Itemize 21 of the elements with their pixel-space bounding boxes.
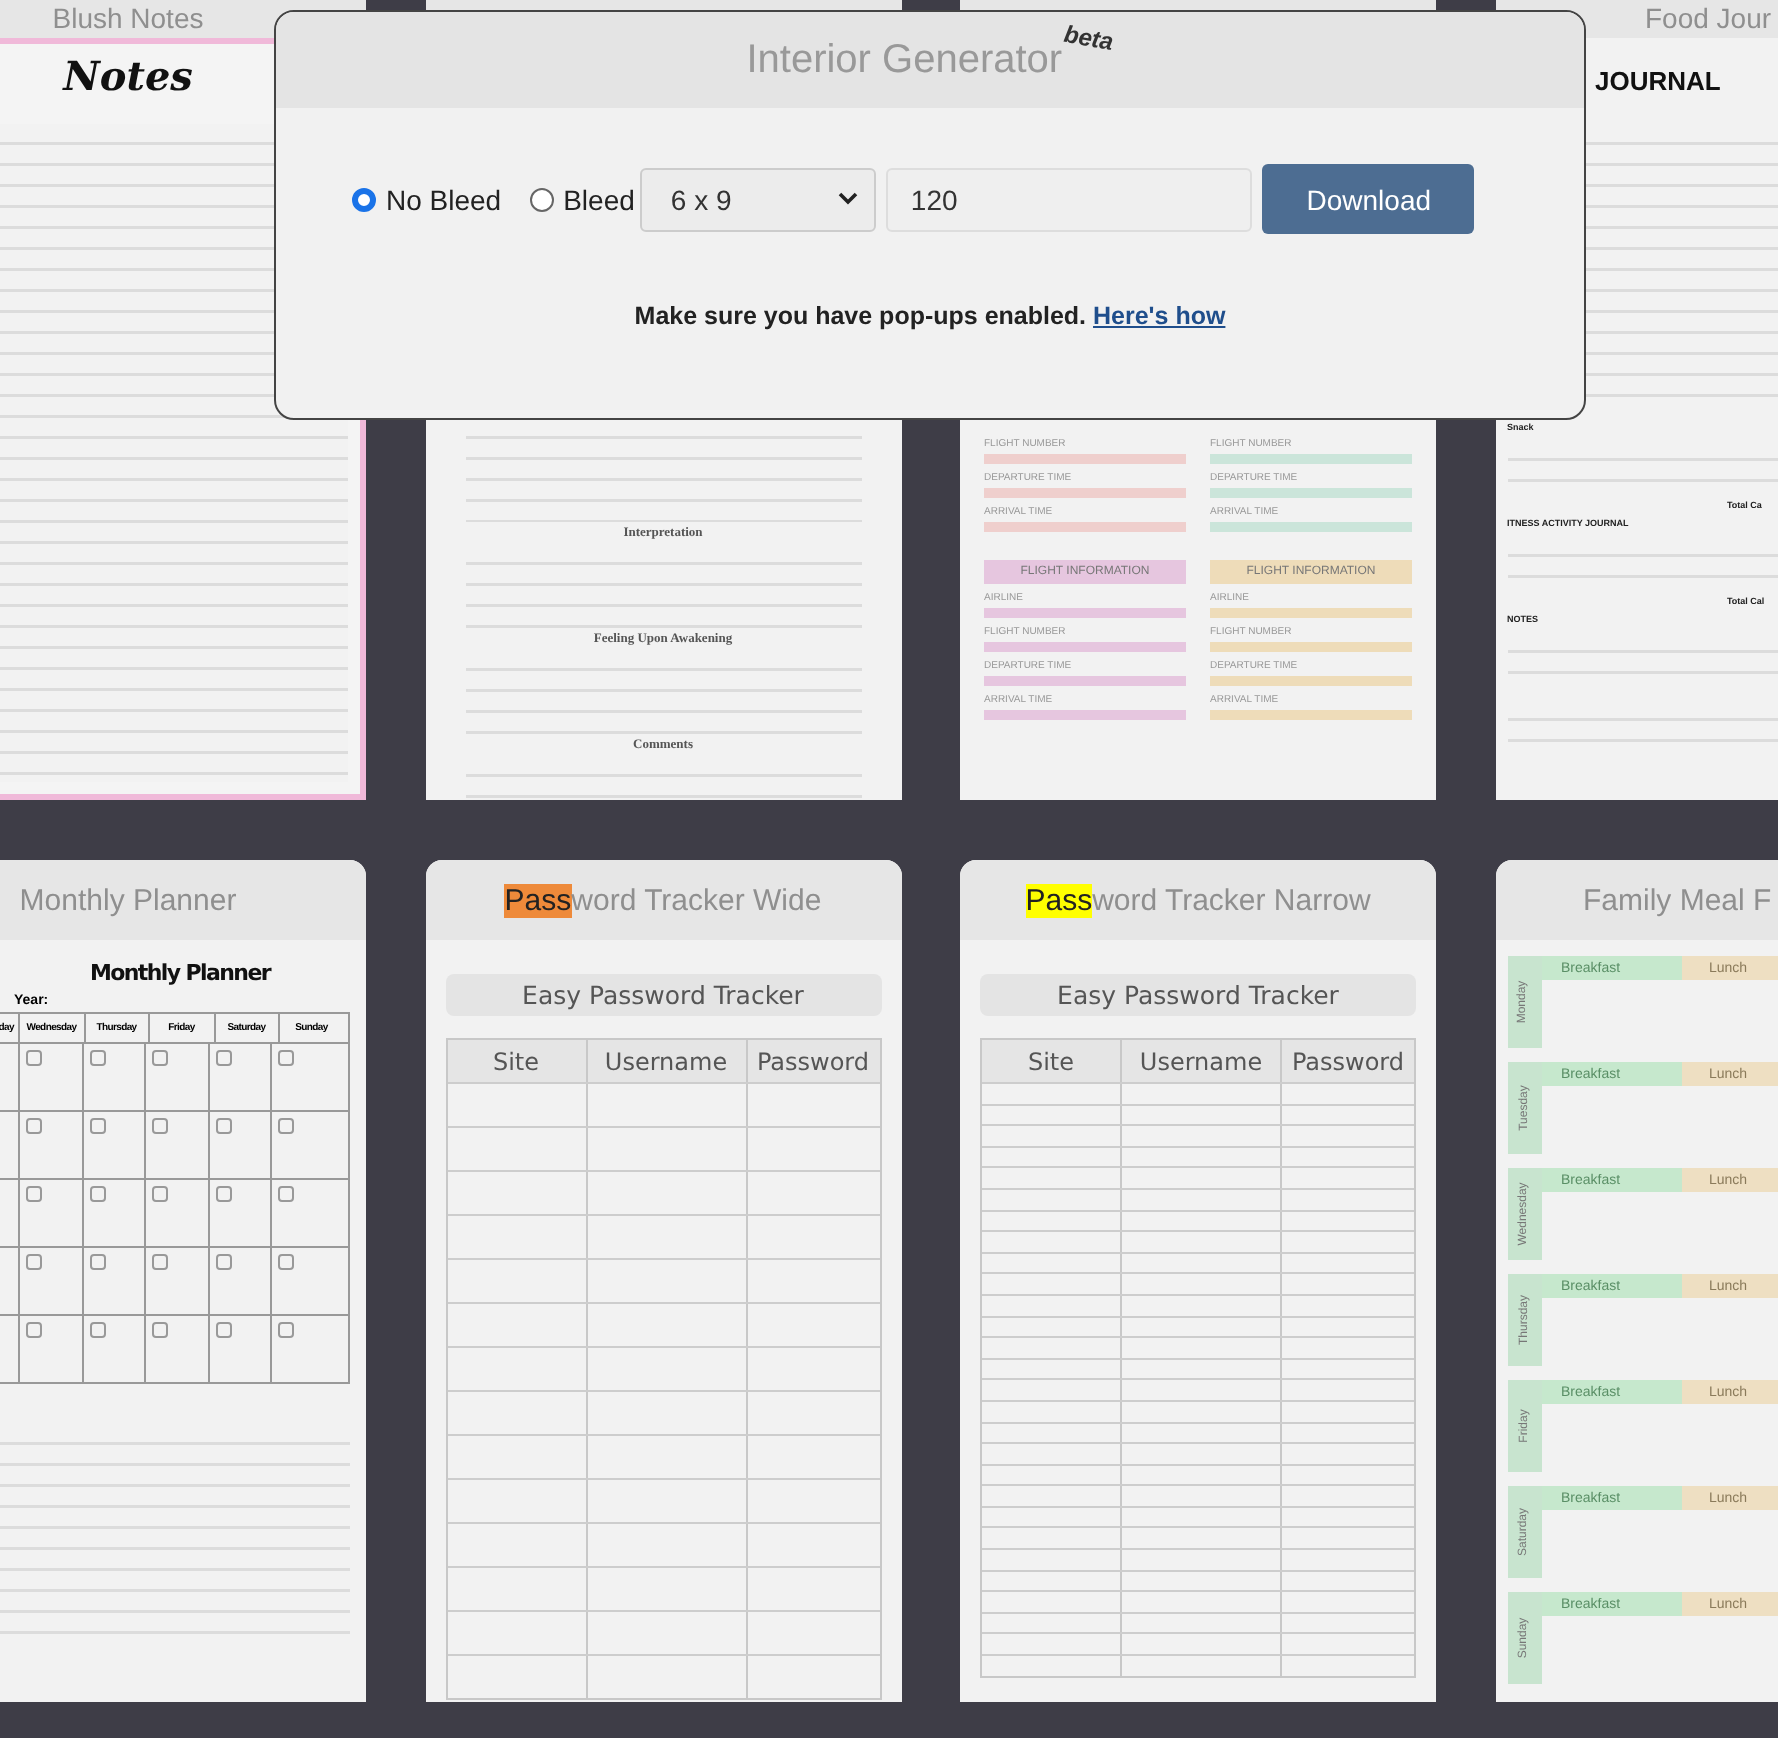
- column-header: Site: [1025, 1045, 1077, 1079]
- column-header: Site: [490, 1045, 542, 1079]
- page-heading: JOURNAL: [1593, 66, 1723, 96]
- column-header: Password: [1280, 1040, 1414, 1082]
- beta-label: beta: [1062, 19, 1116, 57]
- dialog-title: Interior Generator: [746, 37, 1063, 83]
- card-title: Family Meal F: [1583, 883, 1772, 917]
- card-title: Monthly Planner: [19, 883, 237, 917]
- column-header: Username: [1120, 1040, 1280, 1082]
- column-header: Username: [585, 1040, 745, 1082]
- popup-note: Make sure you have pop-ups enabled. Here's how: [632, 302, 1228, 330]
- page-heading: Monthly Planner: [88, 960, 274, 986]
- card-title: Food Jour: [1645, 2, 1772, 34]
- column-header: Password: [745, 1040, 879, 1082]
- card-title: Blush Notes: [52, 2, 204, 34]
- radio-label: Bleed: [563, 183, 635, 215]
- card-title: Password Tracker Narrow: [1025, 883, 1371, 917]
- page-heading: Easy Password Tracker: [980, 974, 1416, 1016]
- radio-label: No Bleed: [386, 183, 502, 215]
- page-heading: Notes: [63, 50, 193, 100]
- page-heading: Easy Password Tracker: [445, 974, 881, 1016]
